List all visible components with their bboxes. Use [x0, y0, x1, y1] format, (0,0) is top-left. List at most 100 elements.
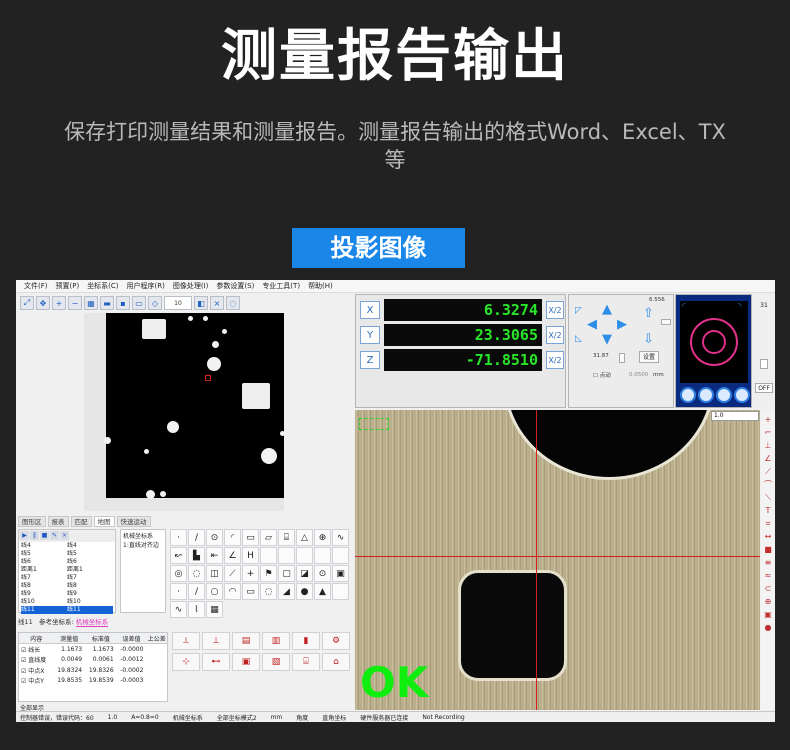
tab-report[interactable]: 报表	[47, 516, 69, 527]
overview-image[interactable]	[84, 313, 284, 511]
arrow-down-left-icon[interactable]: ◺	[575, 333, 582, 346]
x-axis-label[interactable]: X	[360, 301, 380, 319]
bracket-icon[interactable]: ⌐	[763, 427, 774, 438]
z-half-button[interactable]: X/2	[546, 351, 564, 369]
auto-arc-icon[interactable]: ◌	[188, 565, 205, 582]
speed-toggle[interactable]	[661, 319, 671, 325]
list-item[interactable]: 线8	[21, 582, 67, 590]
tolerance-icon[interactable]: ⟂	[172, 632, 200, 650]
wave-icon[interactable]: ≈	[763, 570, 774, 581]
stop-icon[interactable]: ■	[40, 531, 49, 540]
pause-icon[interactable]: ‖	[30, 531, 39, 540]
construct-plane-icon[interactable]: ◢	[278, 583, 295, 600]
frame-icon[interactable]: ▢	[278, 565, 295, 582]
ring-light-icon[interactable]	[698, 387, 714, 403]
point-tool-icon[interactable]: ·	[170, 529, 187, 546]
cylinder-tool-icon[interactable]: ⌸	[278, 529, 295, 546]
menu-help[interactable]: 帮助(H)	[308, 281, 333, 291]
edit-icon[interactable]: ✎	[50, 531, 59, 540]
angle-icon[interactable]: ∠	[763, 453, 774, 464]
width-tool-icon[interactable]: H	[242, 547, 259, 564]
y-half-button[interactable]: X/2	[546, 326, 564, 344]
save-icon[interactable]: ▪	[116, 296, 130, 310]
zoom-select[interactable]: 10	[164, 296, 192, 310]
edge-scan-icon[interactable]: ◪	[296, 565, 313, 582]
curve-tool-icon[interactable]: ∿	[332, 529, 349, 546]
dimension-icon[interactable]: ↔	[763, 531, 774, 542]
settings-button[interactable]: 设置	[639, 351, 659, 363]
auto-line-icon[interactable]: ⟋	[224, 565, 241, 582]
construct-cone-icon[interactable]: ▲	[314, 583, 331, 600]
snapshot-icon[interactable]: ▣	[763, 609, 774, 620]
menu-image-processing[interactable]: 图像处理(I)	[173, 281, 209, 291]
list-item[interactable]: 线4	[67, 542, 113, 550]
fit-view-icon[interactable]: ⤢	[20, 296, 34, 310]
list-item[interactable]: 线7	[67, 574, 113, 582]
menu-tools[interactable]: 专业工具(T)	[262, 281, 300, 291]
construct-cylinder-icon[interactable]: ●	[296, 583, 313, 600]
roi-box[interactable]	[359, 418, 389, 430]
camera-view[interactable]: OK 1.0	[355, 410, 760, 710]
reference-select[interactable]: 机械坐标系	[75, 618, 109, 627]
export-word-icon[interactable]: ▥	[262, 632, 290, 650]
table-row[interactable]: 中点X 19.8324 19.8326 -0.0002	[19, 665, 168, 675]
light-slider[interactable]	[760, 359, 768, 369]
crop-icon[interactable]: ⌗	[763, 518, 774, 529]
ruler-icon[interactable]: ▬	[100, 296, 114, 310]
z-down-icon[interactable]: ⇩	[643, 333, 654, 346]
datum-icon[interactable]: ⊥	[202, 632, 230, 650]
cone-tool-icon[interactable]: △	[296, 529, 313, 546]
list-item[interactable]: 线10	[21, 598, 67, 606]
close-icon[interactable]: ×	[210, 296, 224, 310]
z-up-icon[interactable]: ⇧	[643, 307, 654, 320]
coaxial-light-icon[interactable]	[680, 387, 696, 403]
construct-line-icon[interactable]: /	[188, 583, 205, 600]
edge-icon[interactable]: ⟋	[763, 466, 774, 477]
x-half-button[interactable]: X/2	[546, 301, 564, 319]
arrow-right-icon[interactable]: ▶	[617, 318, 627, 331]
slot-tool-icon[interactable]: ▱	[260, 529, 277, 546]
list-item[interactable]: 线8	[67, 582, 113, 590]
zoom-out-icon[interactable]: −	[68, 296, 82, 310]
table-row[interactable]: 线长 1.1673 1.1673 -0.0000	[19, 644, 168, 655]
z-axis-label[interactable]: Z	[360, 351, 380, 369]
run-icon[interactable]: ▶	[20, 531, 29, 540]
list-item[interactable]: 线5	[67, 550, 113, 558]
angle-tool-icon[interactable]: ∠	[224, 547, 241, 564]
rotate-left-icon[interactable]: ◜	[682, 302, 686, 312]
calculator-icon[interactable]: ▦	[206, 601, 223, 618]
list-item[interactable]: 线5	[21, 550, 67, 558]
menu-coordinate[interactable]: 坐标系(C)	[87, 281, 118, 291]
bottom-light-icon[interactable]	[734, 387, 750, 403]
focus-icon[interactable]: ⊙	[314, 565, 331, 582]
export-excel-icon[interactable]: ▤	[232, 632, 260, 650]
inching-checkbox[interactable]: ☐ 点动	[593, 371, 611, 379]
table-row[interactable]: 中点Y 19.8535 19.8539 -0.0003	[19, 675, 168, 685]
list-item[interactable]: 距离1	[67, 566, 113, 574]
arrow-up-left-icon[interactable]: ◸	[575, 305, 582, 318]
step-value[interactable]: 0.0500	[629, 372, 648, 378]
list-item[interactable]: 线10	[67, 598, 113, 606]
step-tool-icon[interactable]: ▙	[188, 547, 205, 564]
tab-quick-move[interactable]: 快速运动	[116, 516, 151, 527]
list-item[interactable]: 线7	[21, 574, 67, 582]
arrow-left-icon[interactable]: ◀	[587, 318, 597, 331]
line-tool-icon[interactable]: /	[188, 529, 205, 546]
arrow-up-icon[interactable]: ▲	[602, 303, 612, 316]
menu-parameters[interactable]: 参数设置(S)	[216, 281, 254, 291]
list-item[interactable]: 线6	[21, 558, 67, 566]
construct-circle-icon[interactable]: ○	[206, 583, 223, 600]
construct-rect-icon[interactable]: ▭	[242, 583, 259, 600]
ring-light-preview[interactable]: ◜ ◝	[680, 301, 748, 383]
speed-slider[interactable]	[619, 353, 625, 363]
list-item[interactable]: 线9	[67, 590, 113, 598]
list-item[interactable]: 线9	[21, 590, 67, 598]
menu-user-program[interactable]: 用户程序(R)	[127, 281, 165, 291]
coordinate-system-item[interactable]: 1:直线对齐边	[123, 541, 163, 550]
text-icon[interactable]: T	[763, 505, 774, 516]
construct-arc-icon[interactable]: ◠	[224, 583, 241, 600]
list-item[interactable]: 线6	[67, 558, 113, 566]
box-icon[interactable]: ▣	[332, 565, 349, 582]
chart-icon[interactable]: ▮	[292, 632, 320, 650]
layers-icon[interactable]: ≡	[763, 557, 774, 568]
